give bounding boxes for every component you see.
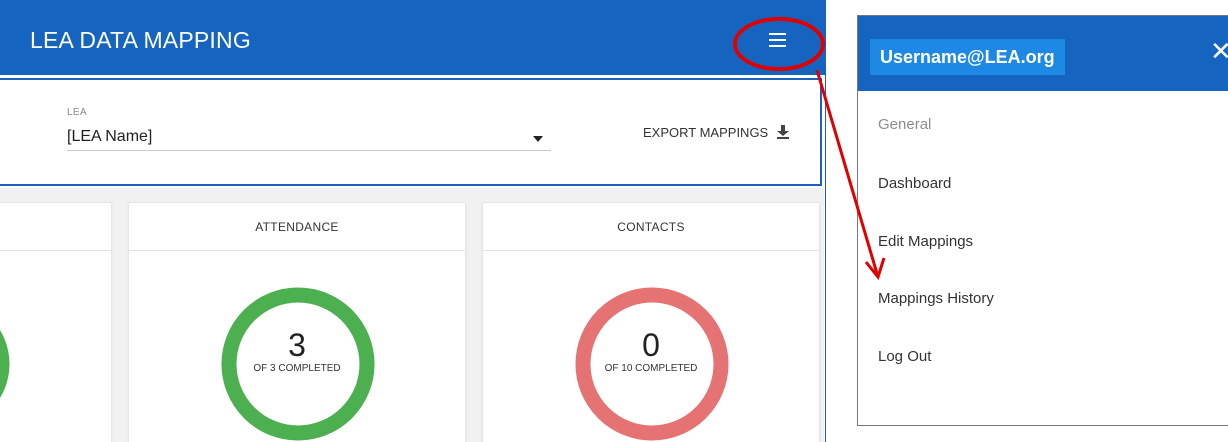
drawer-item-mappings-history[interactable]: Mappings History xyxy=(878,290,994,307)
progress-donut xyxy=(0,330,10,398)
donut-progress-ring xyxy=(0,330,10,398)
drawer-item-dashboard[interactable]: Dashboard xyxy=(878,175,951,192)
card-title: ATTENDANCE xyxy=(129,203,465,251)
card-title: CONTACTS xyxy=(483,203,819,251)
drawer-item-general: General xyxy=(878,116,932,133)
screenshot-stage: LEA DATA MAPPING LEA [LEA Name] EXPORT M… xyxy=(0,0,1228,442)
drawer-item-log-out[interactable]: Log Out xyxy=(878,348,931,365)
completed-count: 0 xyxy=(642,327,660,363)
completed-count: 3 xyxy=(288,327,306,363)
completed-label: OF 10 COMPLETED xyxy=(604,363,698,374)
dashboard-content: ATTENDANCE 3 OF 3 COMPLETED CONTACTS 0 O… xyxy=(0,188,824,442)
drawer-item-edit-mappings[interactable]: Edit Mappings xyxy=(878,233,973,250)
drawer-header: Username@LEA.org ✕ xyxy=(858,16,1228,91)
category-card[interactable] xyxy=(0,202,112,442)
lea-field-label: LEA xyxy=(67,107,87,118)
lea-filter-panel: LEA [LEA Name] EXPORT MAPPINGS xyxy=(0,78,822,186)
card-title xyxy=(0,203,111,251)
navigation-drawer: Username@LEA.org ✕ General Dashboard Edi… xyxy=(857,15,1228,426)
export-mappings-label: EXPORT MAPPINGS xyxy=(643,125,769,140)
app-title: LEA DATA MAPPING xyxy=(30,27,251,53)
category-card-attendance[interactable]: ATTENDANCE 3 OF 3 COMPLETED xyxy=(128,202,466,442)
category-card-contacts[interactable]: CONTACTS 0 OF 10 COMPLETED xyxy=(482,202,820,442)
download-icon xyxy=(776,125,789,139)
export-mappings-button[interactable]: EXPORT MAPPINGS xyxy=(643,125,789,140)
lea-select-value: [LEA Name] xyxy=(67,128,153,145)
close-icon[interactable]: ✕ xyxy=(1210,36,1228,67)
hamburger-menu-icon[interactable] xyxy=(762,27,792,53)
top-app-bar: LEA DATA MAPPING xyxy=(0,0,825,75)
app-window: LEA DATA MAPPING LEA [LEA Name] EXPORT M… xyxy=(0,0,826,442)
username-badge: Username@LEA.org xyxy=(870,39,1065,75)
completed-label: OF 3 COMPLETED xyxy=(253,363,341,374)
lea-select[interactable]: [LEA Name] xyxy=(67,125,551,151)
dropdown-caret-icon xyxy=(533,136,543,142)
